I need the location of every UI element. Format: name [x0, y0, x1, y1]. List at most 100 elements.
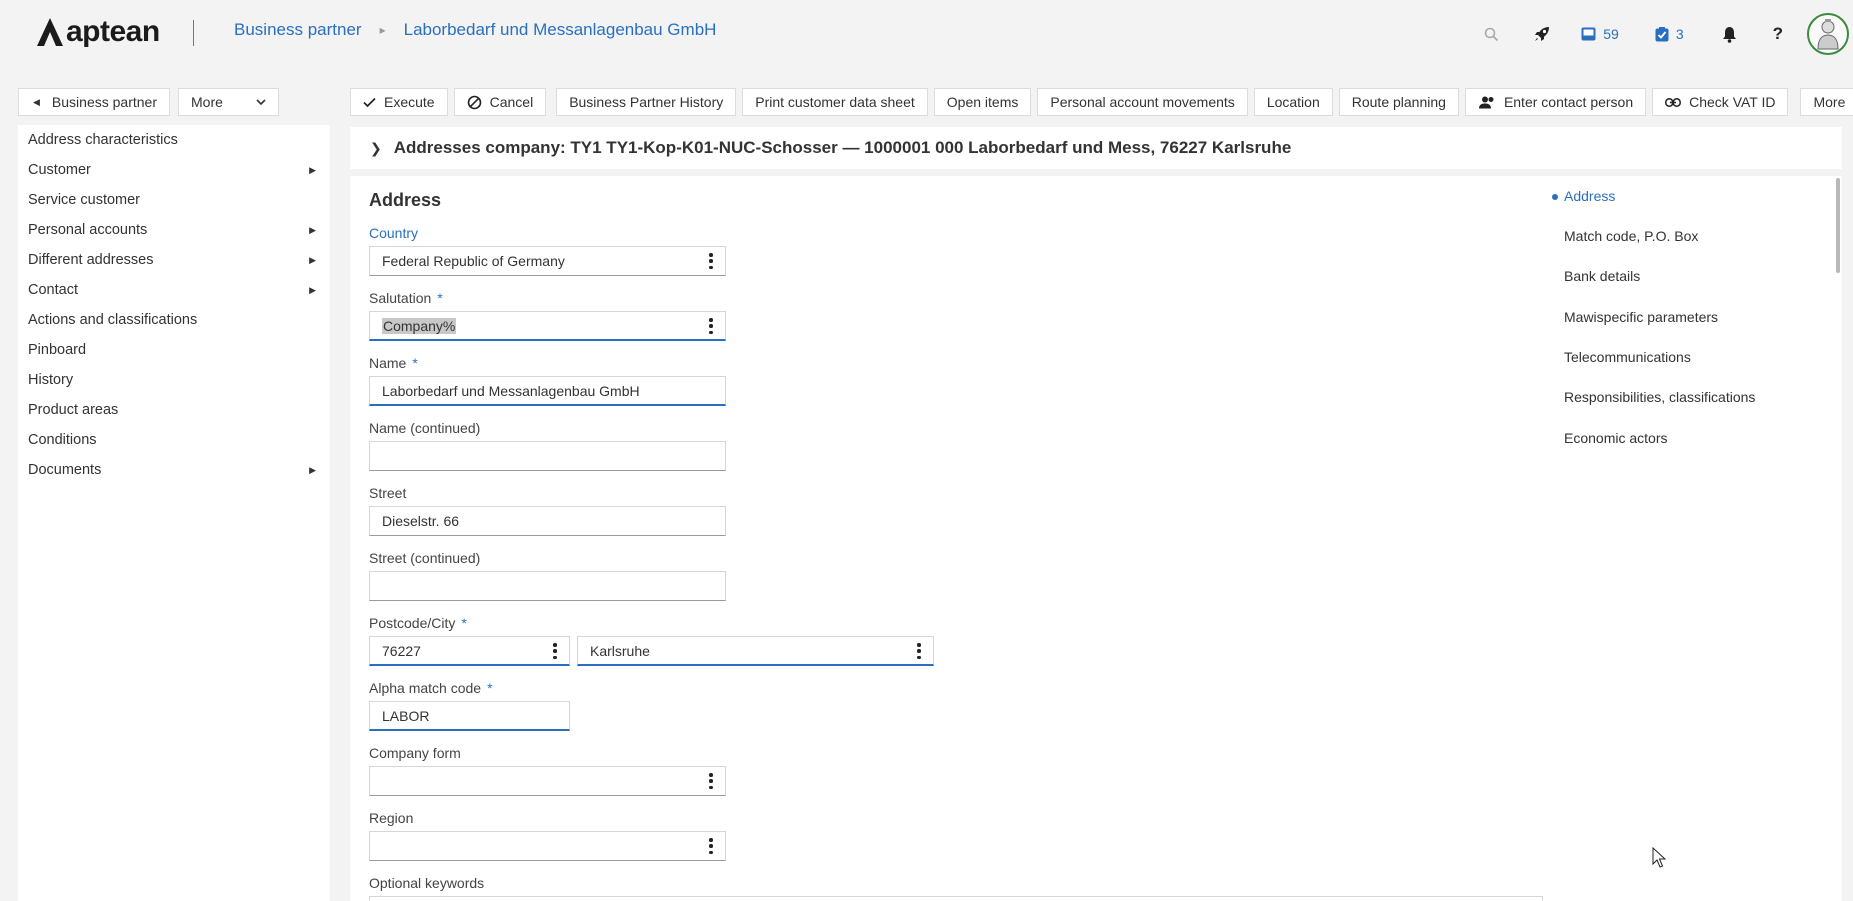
inbox-button[interactable]: 59: [1581, 26, 1619, 42]
caret-right-icon: ▶: [309, 224, 316, 235]
back-button-label: Business partner: [51, 94, 157, 110]
sidebar-item-actions-and-classifications[interactable]: Actions and classifications: [18, 305, 330, 335]
sidebar-item-address-characteristics[interactable]: Address characteristics: [18, 125, 330, 155]
anchor-mawispecific[interactable]: Mawispecific parameters: [1564, 309, 1718, 325]
salutation-field[interactable]: Company%: [369, 311, 726, 341]
region-field[interactable]: [369, 831, 726, 861]
sidebar-item-pinboard[interactable]: Pinboard: [18, 335, 330, 365]
salutation-label: Salutation *: [369, 290, 443, 306]
expand-chevron-icon[interactable]: ❯: [370, 140, 382, 157]
sidebar-item-label: Customer: [28, 162, 91, 178]
search-icon[interactable]: [1484, 27, 1499, 42]
name-continued-label: Name (continued): [369, 420, 481, 436]
more-vert-icon[interactable]: [709, 773, 713, 789]
enter-contact-person-button[interactable]: Enter contact person: [1464, 88, 1647, 116]
sidebar-item-customer[interactable]: Customer ▶: [18, 155, 330, 185]
required-marker: *: [412, 355, 418, 371]
rocket-icon[interactable]: [1533, 25, 1551, 43]
anchor-responsibilities[interactable]: Responsibilities, classifications: [1564, 389, 1755, 405]
enter-contact-person-label: Enter contact person: [1503, 94, 1634, 110]
region-label: Region: [369, 810, 414, 826]
personal-account-movements-button[interactable]: Personal account movements: [1037, 88, 1248, 116]
execute-label: Execute: [384, 94, 435, 110]
more-vert-icon[interactable]: [709, 318, 713, 334]
sidebar-item-history[interactable]: History: [18, 365, 330, 395]
sidebar-more-button[interactable]: More: [178, 88, 279, 116]
caret-right-icon: ▶: [309, 464, 316, 475]
name-continued-field[interactable]: [369, 441, 726, 471]
header-actions: 59 3 ?: [1462, 12, 1853, 56]
sidebar-item-conditions[interactable]: Conditions: [18, 425, 330, 455]
sidebar-item-label: Conditions: [28, 432, 97, 448]
aptean-logo-icon: [37, 18, 63, 46]
sidebar-item-label: Pinboard: [28, 342, 87, 358]
breadcrumb: Business partner ▸ Laborbedarf und Messa…: [234, 20, 716, 40]
more-vert-icon[interactable]: [709, 253, 713, 269]
toolbar-more-button[interactable]: More: [1800, 88, 1853, 116]
logo-text: aptean: [66, 15, 160, 48]
name-field[interactable]: Laborbedarf und Messanlagenbau GmbH: [369, 376, 726, 406]
app-header: aptean Business partner ▸ Laborbedarf un…: [0, 0, 1853, 66]
caret-left-icon: ◀: [33, 96, 40, 107]
tasks-icon: [1655, 26, 1669, 41]
anchor-match-code[interactable]: Match code, P.O. Box: [1564, 228, 1698, 244]
street-field[interactable]: Dieselstr. 66: [369, 506, 726, 536]
anchor-economic-actors[interactable]: Economic actors: [1564, 430, 1667, 446]
name-label-text: Name: [369, 355, 407, 371]
sidebar-item-documents[interactable]: Documents ▶: [18, 455, 330, 485]
street-continued-label: Street (continued): [369, 550, 481, 566]
more-vert-icon[interactable]: [917, 643, 921, 659]
country-field[interactable]: Federal Republic of Germany: [369, 246, 726, 276]
open-items-button[interactable]: Open items: [933, 88, 1032, 116]
back-to-business-partner-button[interactable]: ◀ Business partner: [18, 88, 170, 116]
toolbar-more-label: More: [1813, 94, 1846, 110]
city-field[interactable]: Karlsruhe: [577, 636, 934, 666]
add-person-icon: [1478, 96, 1496, 109]
more-vert-icon[interactable]: [553, 643, 557, 659]
alpha-match-code-field[interactable]: LABOR: [369, 701, 570, 731]
sidebar-nav: Address characteristics Customer ▶ Service …: [18, 125, 330, 901]
inbox-icon: [1581, 27, 1596, 41]
avatar[interactable]: [1807, 13, 1849, 55]
sidebar-item-contact[interactable]: Contact ▶: [18, 275, 330, 305]
postcode-field[interactable]: 76227: [369, 636, 570, 666]
street-continued-field[interactable]: [369, 571, 726, 601]
sidebar-item-label: Documents: [28, 462, 102, 478]
location-button[interactable]: Location: [1253, 88, 1333, 116]
print-customer-data-sheet-button[interactable]: Print customer data sheet: [742, 88, 928, 116]
check-vat-id-label: Check VAT ID: [1689, 94, 1776, 110]
caret-right-icon: ▶: [309, 164, 316, 175]
sidebar-item-label: Different addresses: [28, 252, 154, 268]
sidebar-item-service-customer[interactable]: Service customer: [18, 185, 330, 215]
cancel-button[interactable]: Cancel: [453, 88, 547, 116]
sidebar-item-personal-accounts[interactable]: Personal accounts ▶: [18, 215, 330, 245]
sidebar-item-label: Actions and classifications: [28, 312, 198, 328]
execute-button[interactable]: Execute: [350, 88, 448, 116]
record-titlebar[interactable]: ❯ Addresses company: TY1 TY1-Kop-K01-NUC…: [350, 127, 1842, 169]
check-vat-id-button[interactable]: Check VAT ID: [1652, 88, 1789, 116]
anchor-telecommunications[interactable]: Telecommunications: [1564, 349, 1691, 365]
sidebar-item-label: Personal accounts: [28, 222, 148, 238]
alpha-match-code-value: LABOR: [382, 707, 430, 724]
caret-right-icon: ▶: [309, 284, 316, 295]
tasks-button[interactable]: 3: [1655, 26, 1684, 42]
cancel-icon: [467, 95, 482, 110]
sidebar-item-different-addresses[interactable]: Different addresses ▶: [18, 245, 330, 275]
panel-scrollbar[interactable]: [1836, 178, 1840, 273]
header-divider: [193, 20, 194, 46]
bp-history-button[interactable]: Business Partner History: [556, 88, 737, 116]
more-vert-icon[interactable]: [709, 838, 713, 854]
help-icon[interactable]: ?: [1773, 24, 1783, 44]
anchor-bank-details[interactable]: Bank details: [1564, 268, 1640, 284]
breadcrumb-item-business-partner[interactable]: Business partner: [234, 20, 362, 40]
company-form-field[interactable]: [369, 766, 726, 796]
bell-icon[interactable]: [1722, 26, 1737, 43]
breadcrumb-item-current[interactable]: Laborbedarf und Messanlagenbau GmbH: [404, 20, 717, 40]
mouse-cursor-icon: [1652, 847, 1666, 868]
route-planning-button[interactable]: Route planning: [1338, 88, 1459, 116]
optional-keywords-field[interactable]: [369, 896, 1543, 901]
anchor-address[interactable]: Address: [1552, 188, 1615, 204]
sidebar-item-product-areas[interactable]: Product areas: [18, 395, 330, 425]
name-value: Laborbedarf und Messanlagenbau GmbH: [382, 382, 640, 399]
aptean-logo[interactable]: aptean: [36, 14, 160, 50]
